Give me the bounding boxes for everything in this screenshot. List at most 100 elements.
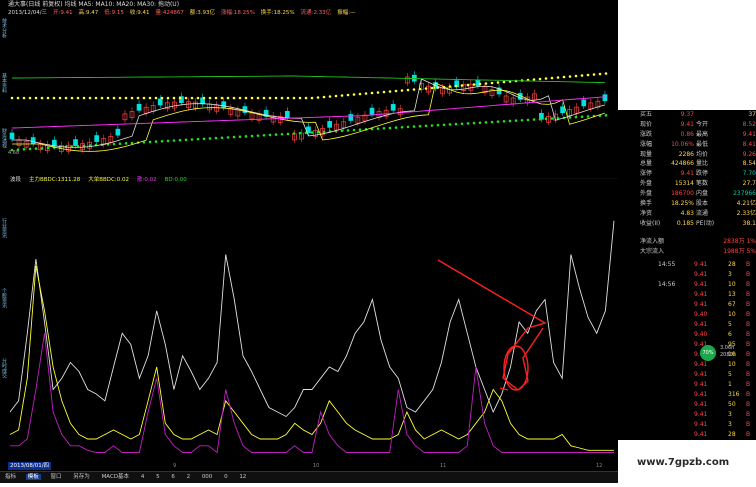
- info-item: 振幅:—: [337, 10, 356, 16]
- stats-value: 9.41: [680, 170, 694, 178]
- stats-value: 9.41: [680, 120, 694, 128]
- param[interactable]: 4: [139, 474, 147, 480]
- band-dot: [46, 146, 50, 150]
- band-dot: [22, 148, 26, 151]
- info-item: 开:9.41: [53, 10, 73, 16]
- band-dot: [256, 134, 260, 137]
- stats-label: 外盘: [640, 190, 653, 198]
- stats-label: 内盘: [696, 190, 709, 198]
- tick-direction: B: [746, 411, 751, 418]
- band-dot: [478, 82, 482, 86]
- tick-volume: 10: [728, 281, 736, 288]
- band-dot: [10, 96, 14, 100]
- band-dot: [400, 89, 404, 92]
- info-item: 低:9.15: [104, 10, 124, 16]
- tab-template[interactable]: 模板: [25, 474, 41, 480]
- band-dot: [34, 147, 38, 150]
- side-tab-2[interactable]: 基本资料: [0, 73, 8, 123]
- tick-price: 9.41: [694, 261, 708, 268]
- tick-direction: B: [746, 301, 751, 308]
- tick-direction: B: [746, 381, 751, 388]
- side-tab-3[interactable]: 财务透视: [0, 128, 8, 178]
- param[interactable]: 6: [169, 474, 177, 480]
- x-label: 10: [313, 463, 320, 469]
- info-item: 流通:2.33亿: [300, 10, 332, 16]
- tick-direction: B: [746, 371, 751, 378]
- indicator-chart[interactable]: [8, 178, 618, 463]
- stats-value: 38.1: [742, 219, 756, 227]
- tick-direction: B: [746, 431, 751, 438]
- tab-indicator[interactable]: 指标: [3, 474, 18, 480]
- tick-price: 9.41: [694, 431, 708, 438]
- band-dot: [292, 96, 296, 100]
- band-dot: [448, 85, 452, 88]
- param[interactable]: 12: [237, 474, 248, 480]
- stats-label: 量比: [696, 160, 709, 168]
- stats-label: 收益(II): [640, 219, 661, 227]
- param[interactable]: 0: [222, 474, 230, 480]
- side-tab-1[interactable]: 技术分析: [0, 18, 8, 68]
- flow-value: 1988万 5%: [723, 248, 756, 255]
- band-dot: [124, 142, 128, 145]
- band-dot: [298, 96, 302, 100]
- param[interactable]: 000: [200, 474, 215, 480]
- band-dot: [424, 124, 428, 128]
- band-dot: [568, 75, 572, 78]
- band-dot: [376, 127, 380, 130]
- info-item: 换手:18.25%: [260, 10, 295, 16]
- band-dot: [514, 119, 518, 122]
- band-dot: [202, 137, 206, 141]
- band-dot: [400, 125, 404, 129]
- band-dot: [538, 77, 542, 81]
- band-dot: [532, 118, 536, 121]
- gauge-value-1: 3.06h: [720, 345, 735, 351]
- stats-row: 换手 18.25% 股本 4.21亿: [620, 199, 756, 209]
- price-chart[interactable]: [8, 18, 618, 173]
- tab-macd[interactable]: MACD基本: [100, 474, 132, 480]
- side-tab-5[interactable]: 个股资讯: [0, 288, 8, 348]
- band-dot: [208, 96, 212, 100]
- stats-row: 收益(II) 0.185 PE(动) 38.1: [620, 219, 756, 229]
- band-dot: [484, 121, 488, 124]
- tick-direction: B: [746, 421, 751, 428]
- band-dot: [370, 91, 374, 95]
- stats-label: 买五: [640, 111, 653, 118]
- band-dot: [268, 133, 272, 137]
- tab-save-as[interactable]: 另存为: [71, 474, 92, 480]
- band-dot: [604, 114, 608, 117]
- tick-time: 14:55: [658, 261, 676, 268]
- band-dot: [70, 96, 74, 100]
- band-dot: [340, 94, 344, 97]
- tick-row: 9.41 13 B: [620, 290, 756, 300]
- tick-row: 14:56 9.41 10 B: [620, 280, 756, 290]
- flow-label: 大宗流入: [640, 248, 665, 255]
- band-dot: [100, 96, 104, 100]
- band-dot: [106, 96, 110, 100]
- stats-value: 186700: [671, 190, 694, 198]
- band-dot: [118, 96, 122, 100]
- x-label: 12: [596, 463, 603, 469]
- band-dot: [436, 123, 440, 127]
- stats-row: 总量 424866 量比 8.54: [620, 159, 756, 169]
- tick-price: 9.40: [694, 331, 708, 338]
- band-dot: [154, 96, 158, 100]
- ma-line: [12, 78, 606, 148]
- bottom-toolbar: 指标 模板 窗口 另存为 MACD基本 4 5 6 2 000 0 12: [0, 471, 618, 483]
- annotation-ellipse: [503, 345, 529, 391]
- param[interactable]: 5: [154, 474, 162, 480]
- param[interactable]: 2: [185, 474, 193, 480]
- stats-label: 股本: [696, 200, 709, 208]
- band-dot: [202, 96, 206, 100]
- side-tab-4[interactable]: 行业资讯: [0, 218, 8, 278]
- stats-label: 总量: [640, 160, 653, 168]
- side-tab-6[interactable]: 分时成交: [0, 358, 8, 418]
- stats-label: 涨幅: [640, 140, 653, 148]
- band-dot: [406, 125, 410, 129]
- tab-window[interactable]: 窗口: [49, 474, 64, 480]
- band-dot: [184, 96, 188, 100]
- tick-price: 9.41: [694, 301, 708, 308]
- band-dot: [136, 96, 140, 100]
- info-item: 涨幅:18.25%: [220, 10, 255, 16]
- band-dot: [520, 118, 524, 122]
- band-dot: [226, 96, 230, 100]
